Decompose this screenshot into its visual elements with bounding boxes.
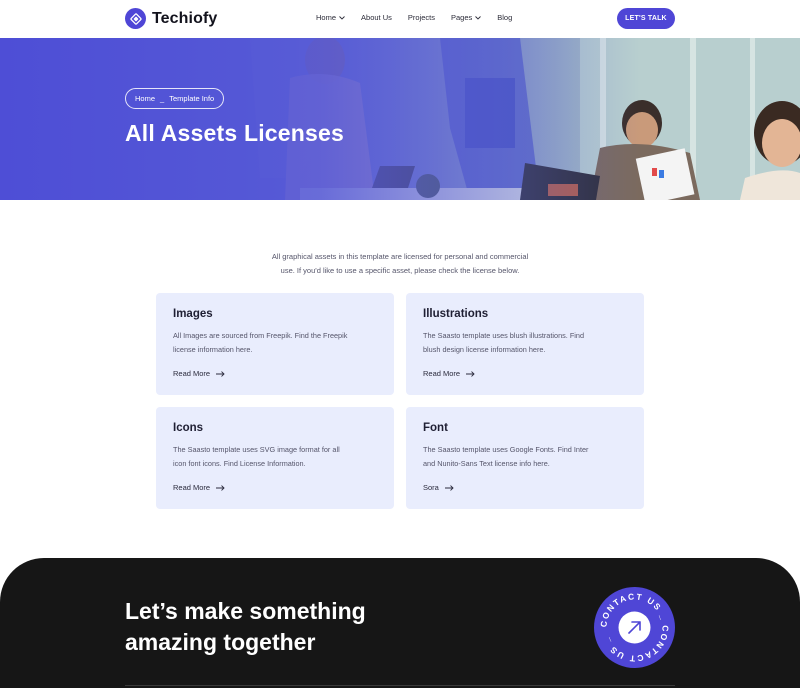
logo-icon — [125, 8, 146, 29]
card-description-line: icon font icons. Find License Informatio… — [173, 458, 306, 468]
card-title: Images — [173, 308, 213, 320]
card-title: Icons — [173, 422, 204, 434]
card-description: The Saasto template uses SVG image forma… — [173, 443, 379, 470]
main-nav: Home About Us Projects Pages Blog — [316, 13, 512, 22]
nav-item-home[interactable]: Home — [316, 13, 345, 22]
card-description: All Images are sourced from Freepik. Fin… — [173, 329, 379, 356]
read-more-link[interactable]: Read More — [173, 483, 225, 492]
card-description-line: All Images are sourced from Freepik. Fin… — [173, 331, 348, 340]
site-header: Techiofy Home About Us Projects Pages Bl… — [0, 0, 800, 38]
nav-item-blog[interactable]: Blog — [497, 13, 512, 22]
nav-label: Pages — [450, 13, 473, 22]
footer-divider — [125, 685, 675, 686]
breadcrumb-separator: _ — [160, 94, 165, 103]
card-description-line: The Saasto template uses blush illustrat… — [423, 331, 585, 340]
card-description-line: and Nunito-Sans Text license info here. — [423, 458, 550, 468]
card-description-line: The Saasto template uses Google Fonts. F… — [423, 445, 589, 454]
chevron-down-icon — [339, 15, 345, 20]
nav-label: Home — [316, 13, 337, 22]
license-card-illustrations: Illustrations The Saasto template uses b… — [406, 293, 644, 395]
page-hero: Home _ Template Info All Assets Licenses — [0, 38, 800, 200]
card-description: The Saasto template uses blush illustrat… — [423, 329, 629, 356]
license-card-font: Font The Saasto template uses Google Fon… — [406, 407, 644, 509]
intro-text: All graphical assets in this template ar… — [250, 250, 550, 277]
card-title: Font — [423, 422, 448, 434]
read-more-link[interactable]: Read More — [173, 369, 225, 378]
brand-name: Techiofy — [152, 9, 218, 27]
license-card-images: Images All Images are sourced from Freep… — [156, 293, 394, 395]
lets-talk-button[interactable]: LET'S TALK — [617, 8, 675, 29]
license-card-icons: Icons The Saasto template uses SVG image… — [156, 407, 394, 509]
link-label: Sora — [423, 483, 439, 492]
read-more-link[interactable]: Read More — [423, 369, 475, 378]
intro-line: All graphical assets in this template ar… — [271, 252, 529, 261]
contact-us-badge[interactable]: CONTACT US _ CONTACT US _ — [594, 587, 675, 668]
chevron-down-icon — [475, 15, 482, 20]
sora-link[interactable]: Sora — [423, 483, 454, 492]
arrow-right-icon — [444, 484, 454, 491]
hero-overlay — [0, 38, 800, 200]
nav-item-about[interactable]: About Us — [361, 13, 392, 22]
nav-item-projects[interactable]: Projects — [408, 13, 435, 22]
link-label: Read More — [173, 369, 211, 378]
nav-label: Blog — [497, 13, 513, 22]
nav-label: Projects — [407, 13, 435, 22]
link-label: Read More — [173, 483, 211, 492]
footer-heading: Let’s make something amazing together — [125, 596, 425, 658]
arrow-right-icon — [466, 370, 475, 377]
link-label: Read More — [423, 369, 461, 378]
card-description-line: blush design license information here. — [423, 344, 546, 354]
breadcrumb-current: Template Info — [169, 94, 215, 103]
arrow-right-icon — [216, 484, 225, 491]
footer-heading-line: Let’s make something — [125, 598, 366, 624]
card-description-line: license information here. — [173, 344, 253, 354]
breadcrumb: Home _ Template Info — [125, 88, 225, 109]
breadcrumb-home-link[interactable]: Home — [135, 94, 155, 103]
footer-heading-line: amazing together — [125, 629, 316, 655]
card-description-line: The Saasto template uses SVG image forma… — [173, 445, 340, 454]
footer-cta-section: Let’s make something amazing together CO… — [0, 558, 800, 688]
card-description: The Saasto template uses Google Fonts. F… — [423, 443, 629, 470]
nav-item-pages[interactable]: Pages — [450, 13, 482, 22]
arrow-right-icon — [216, 370, 225, 377]
nav-label: About Us — [361, 13, 392, 22]
page-title: All Assets Licenses — [125, 120, 344, 146]
intro-line: use. If you'd like to use a specific ass… — [280, 265, 520, 275]
brand-logo[interactable]: Techiofy — [125, 8, 217, 29]
card-title: Illustrations — [423, 308, 489, 320]
